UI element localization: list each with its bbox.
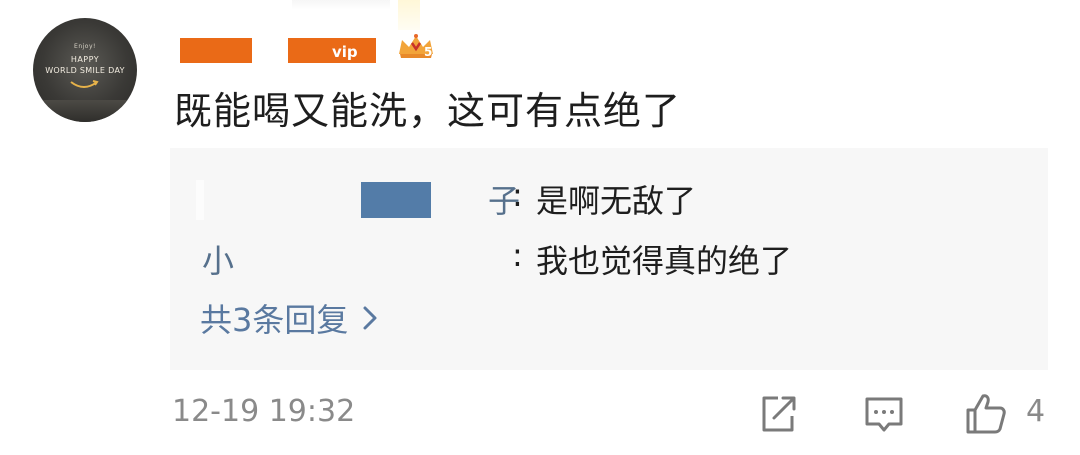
avatar-line2: WORLD SMILE DAY: [45, 66, 125, 75]
username-redaction[interactable]: [180, 38, 252, 63]
avatar-shelf: [33, 100, 137, 122]
vip-text-icon: vip: [332, 43, 358, 61]
redaction-fade: [292, 0, 390, 10]
reply-separator: :: [512, 236, 523, 274]
avatar-line1: HAPPY: [70, 55, 100, 64]
username-redaction: [196, 180, 204, 220]
share-button[interactable]: [756, 392, 800, 436]
username-redaction[interactable]: vip: [288, 38, 376, 63]
comment-button[interactable]: [862, 392, 906, 436]
chevron-right-icon: [363, 306, 377, 330]
thumbs-up-icon: [966, 394, 1006, 434]
redaction-fade: [398, 0, 420, 30]
replies-panel[interactable]: 子 : 是啊无敌了 小 : 我也觉得真的绝了 共3条回复: [170, 148, 1048, 370]
username-redaction: [361, 182, 431, 218]
comment-icon: [865, 397, 903, 432]
avatar[interactable]: Enjoy! HAPPY WORLD SMILE DAY: [33, 18, 137, 122]
reply-item[interactable]: 小 : 我也觉得真的绝了: [170, 234, 1048, 280]
reply-item[interactable]: 子 : 是啊无敌了: [170, 174, 1048, 220]
svg-text:5: 5: [424, 45, 432, 59]
smile-icon: [70, 80, 99, 88]
reply-text: 我也觉得真的绝了: [536, 242, 793, 280]
view-all-replies-link[interactable]: 共3条回复: [200, 295, 378, 341]
reply-username[interactable]: 小: [202, 236, 234, 282]
more-replies-label: 共3条回复: [200, 301, 349, 339]
avatar-small-text: Enjoy!: [74, 43, 96, 50]
comment-card: Enjoy! HAPPY WORLD SMILE DAY vip 5 既能喝又能…: [0, 0, 1080, 455]
svg-text:vip: vip: [332, 43, 358, 61]
like-count: 4: [1026, 394, 1046, 429]
crown-vip-icon[interactable]: 5: [396, 32, 436, 60]
comment-timestamp: 12-19 19:32: [172, 394, 356, 429]
like-button[interactable]: [964, 392, 1008, 436]
share-icon: [762, 396, 796, 432]
comment-text: 既能喝又能洗，这可有点绝了: [174, 89, 682, 133]
reply-text: 是啊无敌了: [536, 182, 697, 220]
reply-separator: :: [512, 176, 523, 214]
